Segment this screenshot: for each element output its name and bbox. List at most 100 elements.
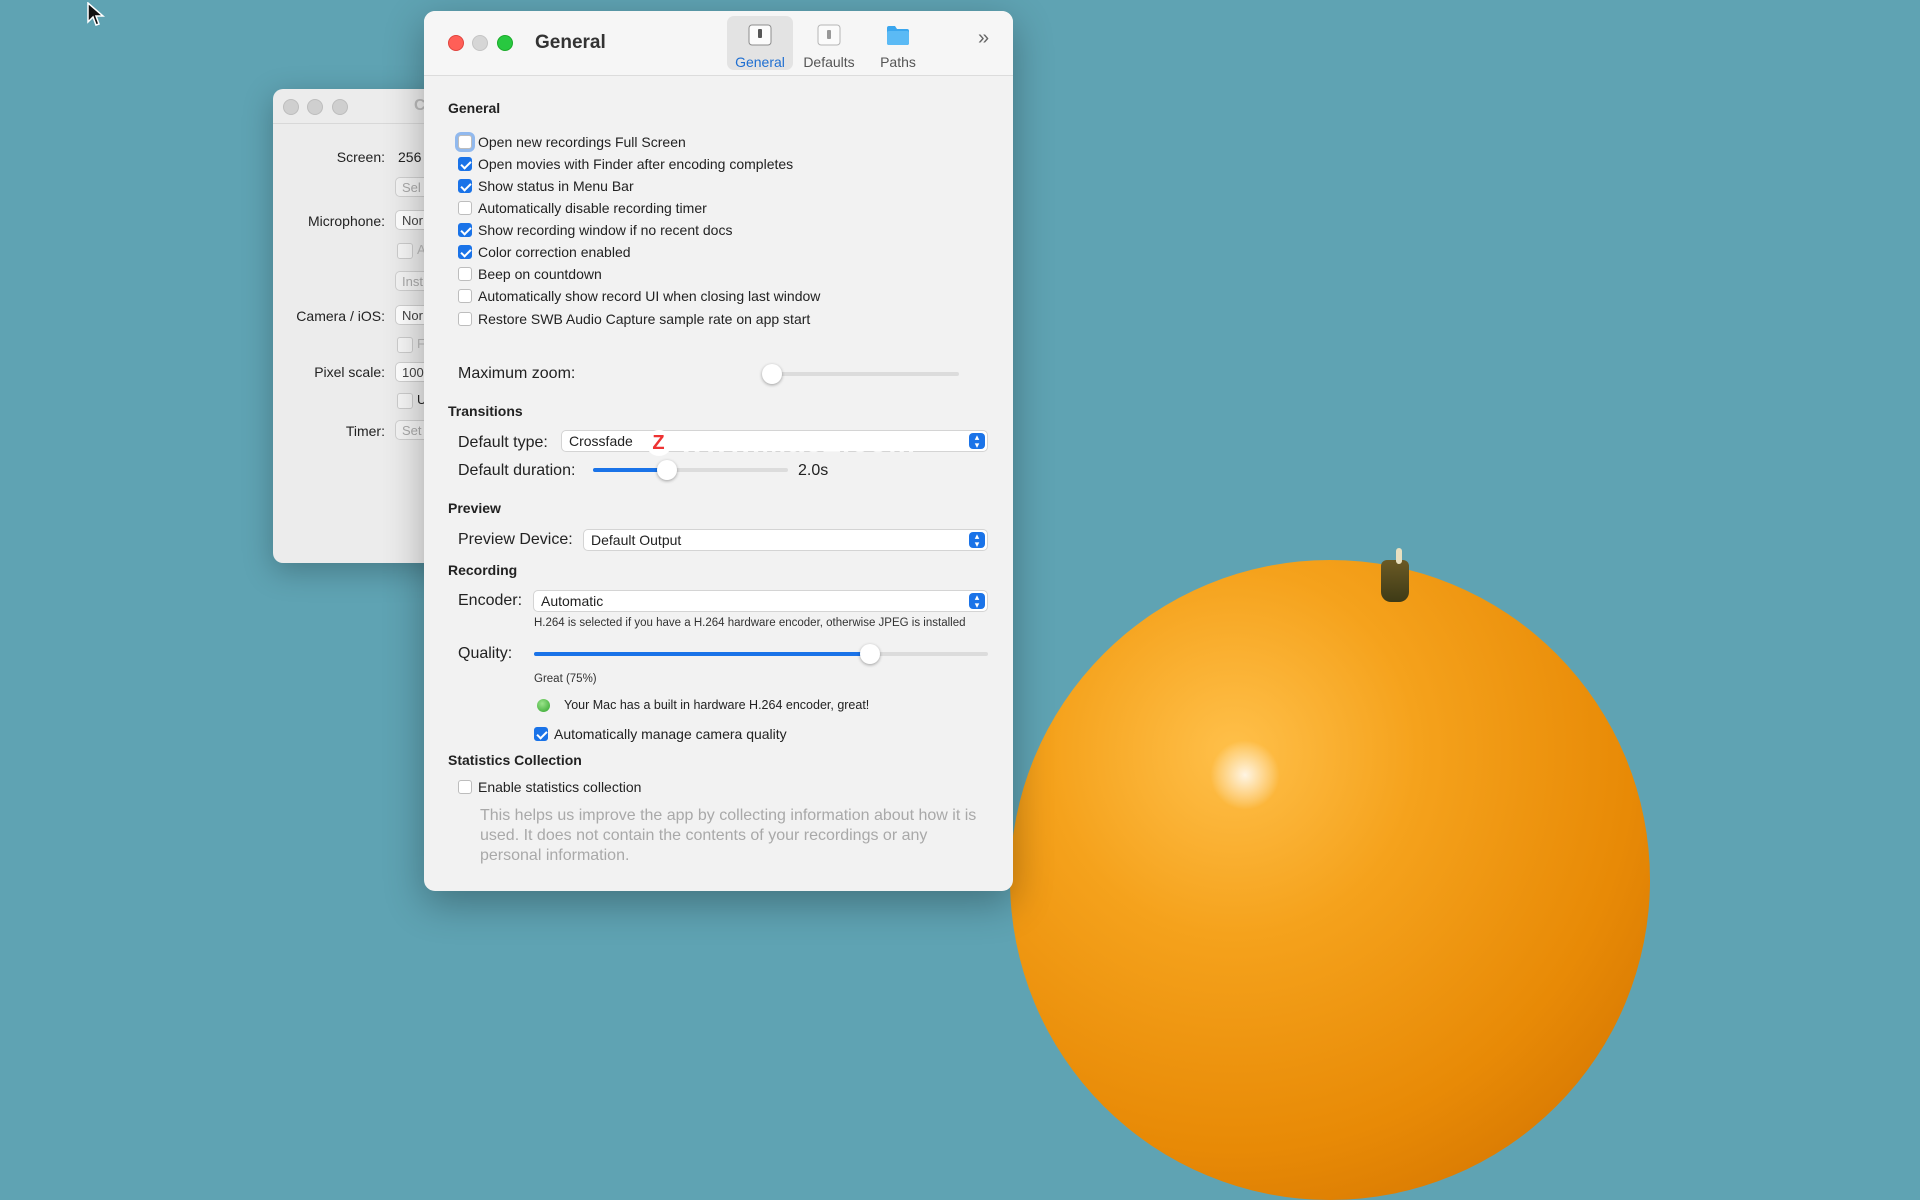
close-button[interactable] [448,35,464,51]
default-duration-label: Default duration: [458,462,576,479]
status-green-dot-icon [537,698,550,712]
general-option-label: Automatically disable recording timer [478,200,707,216]
encoder-hint: H.264 is selected if you have a H.264 ha… [534,617,966,629]
preview-device-label: Preview Device: [458,531,573,548]
chevron-double-right-icon[interactable]: » [978,27,989,50]
tab-defaults-label: Defaults [803,54,855,70]
enable-statistics-row[interactable]: Enable statistics collection [458,778,641,796]
general-option-label: Show recording window if no recent docs [478,222,733,238]
watermark: Zwww.MacZ.com [646,426,916,460]
default-type-value: Crossfade [569,433,633,449]
general-option-row[interactable]: Automatically show record UI when closin… [458,287,820,305]
general-option-row[interactable]: Show recording window if no recent docs [458,221,732,239]
microphone-label: Microphone: [307,213,385,229]
general-option-row[interactable]: Automatically disable recording timer [458,199,707,217]
general-option-row[interactable]: Open new recordings Full Screen [458,133,686,151]
camera-label: Camera / iOS: [296,308,385,324]
window-toolbar[interactable]: General General Defaults Paths » [424,11,1013,76]
select-arrows-icon: ▴ ▾ [969,433,985,450]
microphone-checkbox[interactable] [397,243,413,259]
section-general-heading: General [448,100,501,116]
quality-text: Great (75%) [534,673,597,685]
maximum-zoom-label: Maximum zoom: [458,365,576,382]
default-duration-slider[interactable] [593,460,788,480]
general-option-row[interactable]: Open movies with Finder after encoding c… [458,155,793,173]
general-option-checkbox[interactable] [458,267,472,281]
tab-defaults[interactable]: Defaults [796,16,862,70]
general-option-label: Color correction enabled [478,244,631,260]
general-option-label: Restore SWB Audio Capture sample rate on… [478,311,811,327]
general-option-row[interactable]: Restore SWB Audio Capture sample rate on… [458,310,810,328]
default-duration-knob[interactable] [657,460,678,480]
preview-device-select[interactable]: Default Output ▴ ▾ [583,529,988,551]
pixel-scale-label: Pixel scale: [314,364,385,380]
mouse-cursor-icon [87,2,106,26]
select-arrows-icon: ▴ ▾ [969,593,985,610]
hardware-status-text: Your Mac has a built in hardware H.264 e… [564,698,870,712]
general-option-checkbox[interactable] [458,223,472,237]
bg-zoom-button[interactable] [332,99,348,115]
switch-icon [817,24,841,46]
maximum-zoom-knob[interactable] [762,364,782,384]
auto-camera-quality-checkbox[interactable] [534,727,548,741]
general-option-label: Open new recordings Full Screen [478,134,686,150]
hardware-status-row: Your Mac has a built in hardware H.264 e… [537,696,869,714]
encoder-value: Automatic [541,593,604,609]
quality-label: Quality: [458,645,513,662]
watermark-text: www.MacZ.com [680,426,916,459]
quality-knob[interactable] [859,644,880,664]
quality-fill [534,652,870,656]
default-duration-value: 2.0s [798,462,829,479]
tab-general[interactable]: General [727,16,793,70]
preview-device-value: Default Output [591,532,682,548]
orange-highlight [1210,740,1280,810]
general-option-checkbox[interactable] [458,135,472,149]
general-option-checkbox[interactable] [458,312,472,326]
general-pane: General Open new recordings Full Screen O… [424,76,1013,891]
section-recording-heading: Recording [448,562,518,578]
general-option-label: Open movies with Finder after encoding c… [478,156,794,172]
quality-slider[interactable] [534,644,988,664]
section-statistics-heading: Statistics Collection [448,752,582,768]
tab-general-label: General [735,54,785,70]
window-title: General [535,32,606,53]
default-duration-fill [593,468,668,472]
general-option-checkbox[interactable] [458,245,472,259]
encoder-label: Encoder: [458,592,523,609]
switch-icon [748,24,772,46]
screen-value: 256 [398,149,422,165]
general-option-checkbox[interactable] [458,157,472,171]
general-option-row[interactable]: Beep on countdown [458,265,602,283]
general-option-label: Show status in Menu Bar [478,178,634,194]
general-option-row[interactable]: Show status in Menu Bar [458,177,634,195]
timer-label: Timer: [345,423,385,439]
screen-label: Screen: [336,149,385,165]
general-option-row[interactable]: Color correction enabled [458,243,631,261]
bg-minimize-button[interactable] [307,99,323,115]
tab-paths-label: Paths [880,54,916,70]
default-type-label: Default type: [458,434,548,451]
auto-camera-quality-row[interactable]: Automatically manage camera quality [534,725,787,743]
tab-paths[interactable]: Paths [865,16,931,70]
watermark-badge: Z [646,430,672,456]
select-arrows-icon: ▴ ▾ [969,532,985,549]
general-option-label: Automatically show record UI when closin… [478,288,821,304]
bg-close-button[interactable] [283,99,299,115]
zoom-button[interactable] [497,35,513,51]
orange-stem [1381,560,1409,602]
orange-photo [1010,560,1650,1200]
statistics-description: This helps us improve the app by collect… [480,807,977,864]
minimize-button[interactable] [472,35,488,51]
folder-icon [887,26,909,45]
enable-statistics-checkbox[interactable] [458,780,472,794]
general-option-checkbox[interactable] [458,289,472,303]
preferences-window[interactable]: General General Defaults Paths » General [424,11,1013,891]
general-option-checkbox[interactable] [458,179,472,193]
pixel-scale-checkbox[interactable] [397,393,413,409]
encoder-select[interactable]: Automatic ▴ ▾ [533,590,988,612]
section-preview-heading: Preview [448,500,501,516]
maximum-zoom-slider[interactable] [762,364,959,384]
orange-stem-tip [1396,548,1402,564]
general-option-checkbox[interactable] [458,201,472,215]
camera-checkbox[interactable] [397,337,413,353]
